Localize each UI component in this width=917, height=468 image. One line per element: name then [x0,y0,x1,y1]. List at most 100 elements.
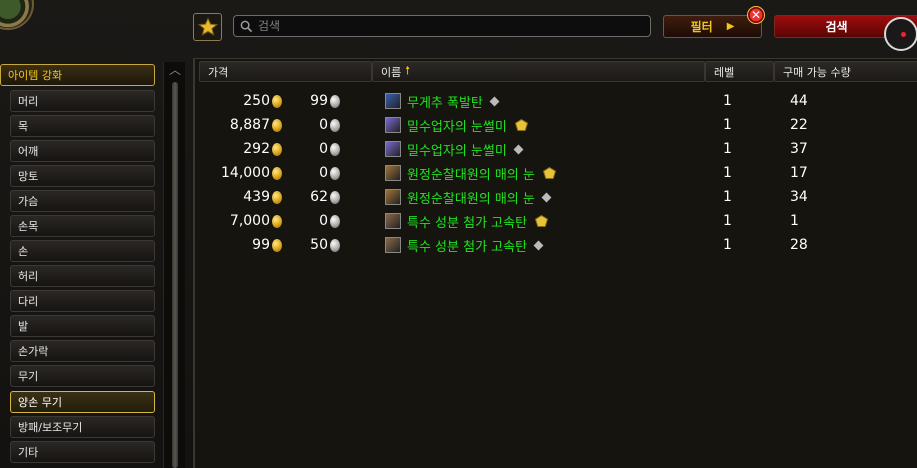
silver-coin-icon [330,238,340,252]
category-item-misc[interactable]: 기타 [10,441,155,463]
table-row[interactable]: 250 99 무게추 폭발탄 1 44 [195,89,917,113]
silver-amount: 50 [310,237,328,253]
level-cell: 1 [723,233,753,257]
silver-amount: 0 [319,141,328,157]
silver-coin-icon [330,166,340,180]
item-name-cell[interactable]: 밀수업자의 눈썰미 [385,137,705,161]
table-row[interactable]: 292 0 밀수업자의 눈썰미 1 37 [195,137,917,161]
column-header-name[interactable]: 이름 🠕 [372,61,705,82]
sidebar-scroll-thumb[interactable] [172,82,178,468]
price-gold: 14,000 [195,161,282,185]
category-label: 양손 무기 [18,396,62,409]
search-button-label: 검색 [825,20,848,34]
category-label: 무기 [18,370,39,383]
silver-amount: 0 [319,165,328,181]
table-row[interactable]: 7,000 0 특수 성분 첨가 고속탄 1 1 [195,209,917,233]
level-value: 1 [723,141,732,157]
quantity-value: 28 [790,237,808,253]
price-gold: 99 [195,233,282,257]
scroll-up-icon[interactable]: ︿ [163,60,187,78]
column-header-available[interactable]: 구매 가능 수량 [774,61,917,82]
item-name: 밀수업자의 눈썰미 [407,143,507,159]
item-name-cell[interactable]: 원정순찰대원의 매의 눈 [385,161,705,185]
column-header-level[interactable]: 레벨 [705,61,774,82]
hawkeye-icon [385,189,401,205]
silver-quality-icon [541,192,552,202]
gold-coin-icon [272,214,282,228]
price-gold: 292 [195,137,282,161]
clear-filter-icon[interactable]: ✕ [747,6,765,24]
category-item-neck[interactable]: 목 [10,115,155,137]
silver-amount: 62 [310,189,328,205]
price-silver: 62 [291,185,340,209]
level-cell: 1 [723,209,753,233]
gold-quality-icon [534,214,549,227]
category-label: 기타 [18,446,39,459]
category-item-shoulder[interactable]: 어깨 [10,140,155,162]
table-row[interactable]: 99 50 특수 성분 첨가 고속탄 1 28 [195,233,917,257]
gold-coin-icon [272,118,282,132]
item-name-cell[interactable]: 특수 성분 첨가 고속탄 [385,233,705,257]
search-field[interactable] [233,15,651,37]
quantity-value: 22 [790,117,808,133]
quantity-value: 1 [790,213,799,229]
quantity-value: 34 [790,189,808,205]
quantity-value: 44 [790,93,808,109]
quantity-value: 17 [790,165,808,181]
table-row[interactable]: 14,000 0 원정순찰대원의 매의 눈 1 17 [195,161,917,185]
level-value: 1 [723,93,732,109]
silver-coin-icon [330,118,340,132]
item-name: 원정순찰대원의 매의 눈 [407,191,535,207]
quantity-cell: 37 [790,137,870,161]
category-item-feet[interactable]: 발 [10,315,155,337]
gold-amount: 250 [243,93,270,109]
category-item-hands[interactable]: 손 [10,240,155,262]
category-item-enhancement[interactable]: 아이템 강화 [0,64,155,86]
favorites-button[interactable] [193,13,222,41]
silver-quality-icon [533,240,544,250]
search-icon [240,20,253,32]
column-header-price[interactable]: 가격 [199,61,372,82]
loading-spinner-icon [884,17,917,51]
quantity-cell: 34 [790,185,870,209]
scope-icon [385,117,401,133]
level-cell: 1 [723,161,753,185]
level-cell: 1 [723,185,753,209]
category-item-offhand[interactable]: 방패/보조무기 [10,416,155,438]
gold-coin-icon [272,142,282,156]
silver-coin-icon [330,142,340,156]
item-name: 원정순찰대원의 매의 눈 [407,167,535,183]
price-gold: 8,887 [195,113,282,137]
level-value: 1 [723,213,732,229]
price-silver: 0 [291,209,340,233]
item-name-cell[interactable]: 밀수업자의 눈썰미 [385,113,705,137]
category-item-cloak[interactable]: 망토 [10,165,155,187]
silver-quality-icon [489,96,500,106]
category-label: 머리 [18,95,39,108]
category-item-two-handed[interactable]: 양손 무기 [10,391,155,413]
header-label: 이름 [381,65,402,79]
gold-amount: 292 [243,141,270,157]
category-label: 방패/보조무기 [18,421,83,434]
category-item-legs[interactable]: 다리 [10,290,155,312]
table-row[interactable]: 8,887 0 밀수업자의 눈썰미 1 22 [195,113,917,137]
silver-quality-icon [513,144,524,154]
item-name-cell[interactable]: 특수 성분 첨가 고속탄 [385,209,705,233]
category-item-wrist[interactable]: 손목 [10,215,155,237]
category-item-finger[interactable]: 손가락 [10,340,155,362]
item-name-cell[interactable]: 원정순찰대원의 매의 눈 [385,185,705,209]
category-label: 손 [18,245,29,258]
category-item-head[interactable]: 머리 [10,90,155,112]
gold-coin-icon [272,238,282,252]
category-item-waist[interactable]: 허리 [10,265,155,287]
category-label: 손목 [18,220,39,233]
price-gold: 7,000 [195,209,282,233]
item-name: 특수 성분 첨가 고속탄 [407,215,528,231]
gold-coin-icon [272,166,282,180]
search-input[interactable] [258,19,638,33]
category-item-weapon[interactable]: 무기 [10,365,155,387]
item-name-cell[interactable]: 무게추 폭발탄 [385,89,705,113]
table-row[interactable]: 439 62 원정순찰대원의 매의 눈 1 34 [195,185,917,209]
price-silver: 0 [291,113,340,137]
category-item-chest[interactable]: 가슴 [10,190,155,212]
